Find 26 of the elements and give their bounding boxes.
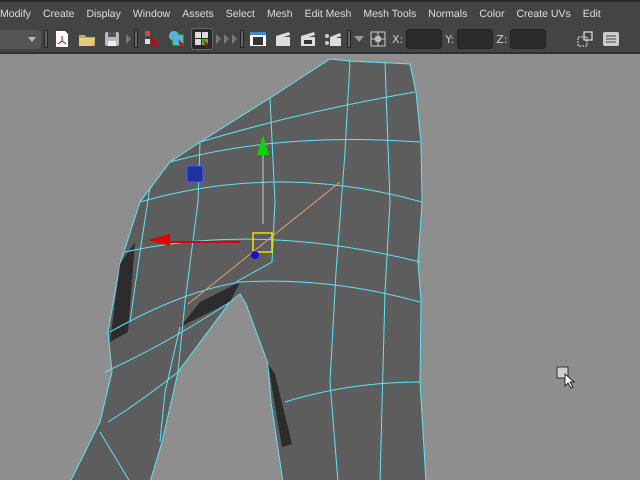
selection-mask-icon[interactable] (191, 28, 213, 50)
input-field[interactable] (510, 29, 546, 49)
move-manipulator-drawing[interactable] (148, 135, 273, 259)
field-label: Y: (445, 32, 454, 46)
dropdown-arrow-icon (354, 36, 364, 42)
menu-item[interactable]: Mesh (266, 8, 293, 20)
mode-dropdown[interactable] (0, 30, 41, 48)
menu-item[interactable]: Edit Mesh (304, 8, 352, 20)
vertex-marker (186, 166, 204, 182)
menu-item[interactable]: Edit (582, 8, 601, 20)
menu-item[interactable]: Assets (182, 8, 214, 20)
cursor-icon (556, 366, 576, 389)
field-label: Z: (496, 32, 508, 46)
input-field[interactable] (406, 29, 442, 49)
menu-item[interactable]: Mesh Tools (363, 8, 416, 20)
dropdown-arrow-icon (28, 36, 36, 42)
input-field[interactable] (457, 29, 494, 49)
field-label: X: (392, 32, 404, 46)
menu-item[interactable]: Color (479, 8, 504, 20)
menu-item[interactable]: Window (132, 8, 170, 20)
menu-item[interactable]: Create (42, 8, 74, 20)
menu-item[interactable]: Create UVs (516, 8, 571, 20)
menu-item[interactable]: Normals (428, 8, 468, 20)
menu-item[interactable]: Select (226, 8, 255, 20)
menu-item[interactable]: Modify (0, 8, 31, 20)
menu-item[interactable]: Display (86, 8, 121, 20)
